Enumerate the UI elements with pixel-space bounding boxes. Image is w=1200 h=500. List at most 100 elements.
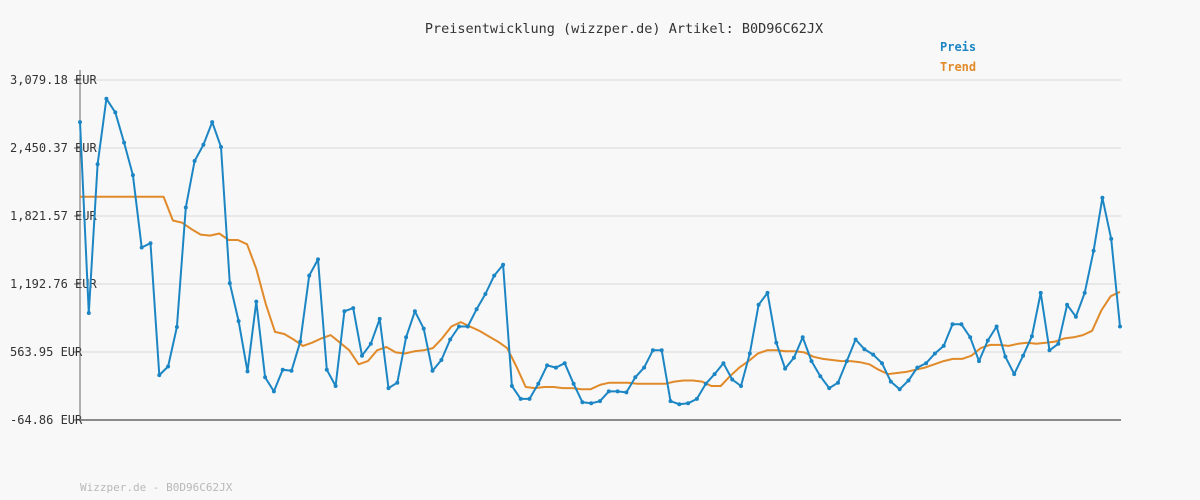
data-point-preis — [104, 96, 109, 101]
data-point-preis — [501, 262, 506, 267]
data-point-preis — [598, 399, 602, 404]
data-point-preis — [483, 292, 488, 296]
data-point-preis — [659, 348, 664, 353]
data-point-preis — [906, 378, 911, 383]
data-point-preis — [721, 361, 726, 366]
data-point-preis — [183, 205, 188, 210]
chart-background — [0, 0, 1200, 500]
data-point-preis — [307, 273, 312, 278]
data-point-preis — [1038, 290, 1043, 295]
data-point-preis — [977, 359, 981, 364]
footer-text: Wizzper.de - B0D96C62JX — [80, 481, 233, 494]
data-point-preis — [351, 306, 356, 311]
data-point-preis — [439, 358, 444, 362]
data-point-preis — [139, 245, 144, 250]
data-point-preis — [589, 401, 594, 406]
data-point-preis — [210, 120, 215, 125]
data-point-preis — [791, 355, 796, 360]
data-point-preis — [545, 363, 550, 368]
data-point-preis — [844, 359, 849, 364]
data-point-preis — [809, 359, 814, 364]
data-point-preis — [527, 396, 532, 401]
data-point-preis — [739, 384, 743, 388]
data-point-preis — [368, 341, 373, 346]
data-point-preis — [924, 361, 929, 366]
data-point-preis — [686, 401, 691, 406]
data-point-preis — [386, 386, 391, 391]
data-point-preis — [694, 396, 699, 401]
data-point-preis — [536, 381, 541, 386]
y-tick-label: 563.95 EUR — [10, 345, 83, 359]
data-point-preis — [994, 324, 999, 329]
data-point-preis — [818, 374, 823, 379]
data-point-preis — [580, 400, 585, 405]
data-point-preis — [800, 335, 805, 340]
data-point-preis — [95, 162, 100, 167]
price-chart: Preisentwicklung (wizzper.de) Artikel: B… — [0, 0, 1200, 500]
data-point-preis — [78, 120, 82, 125]
data-point-preis — [201, 142, 206, 147]
data-point-preis — [227, 281, 232, 286]
data-point-preis — [465, 324, 470, 329]
data-point-preis — [1047, 348, 1052, 353]
data-point-preis — [897, 387, 902, 392]
data-point-preis — [985, 338, 990, 343]
data-point-preis — [509, 384, 514, 388]
data-point-preis — [553, 365, 558, 370]
data-point-preis — [377, 316, 382, 321]
data-point-preis — [747, 351, 752, 356]
y-tick-label: -64.86 EUR — [10, 413, 83, 427]
data-point-preis — [457, 324, 461, 329]
data-point-preis — [650, 348, 655, 353]
data-point-preis — [474, 307, 479, 312]
data-point-preis — [827, 386, 832, 391]
data-point-preis — [245, 369, 250, 374]
data-point-preis — [448, 337, 453, 342]
data-point-preis — [633, 375, 638, 380]
data-point-preis — [959, 322, 964, 327]
data-point-preis — [783, 366, 788, 371]
data-point-preis — [703, 381, 708, 386]
data-point-preis — [192, 159, 197, 163]
data-point-preis — [888, 379, 893, 384]
data-point-preis — [677, 402, 682, 407]
data-point-preis — [1073, 314, 1078, 319]
data-point-preis — [130, 173, 135, 178]
data-point-preis — [862, 347, 867, 352]
data-point-preis — [571, 381, 576, 386]
data-point-preis — [113, 110, 118, 115]
data-point-preis — [950, 322, 955, 327]
data-point-preis — [86, 311, 91, 315]
legend-label-price: Preis — [940, 40, 976, 54]
data-point-preis — [122, 140, 127, 145]
data-point-preis — [254, 299, 259, 304]
data-point-preis — [1003, 354, 1008, 359]
data-point-preis — [421, 326, 426, 331]
data-point-preis — [712, 372, 717, 377]
data-point-preis — [289, 368, 294, 373]
data-point-preis — [1118, 324, 1122, 329]
chart-title: Preisentwicklung (wizzper.de) Artikel: B… — [425, 21, 823, 37]
data-point-preis — [871, 352, 876, 357]
data-point-preis — [1056, 341, 1061, 346]
data-point-preis — [642, 365, 647, 370]
data-point-preis — [880, 361, 884, 366]
data-point-preis — [915, 365, 920, 370]
data-point-preis — [316, 257, 320, 262]
data-point-preis — [1100, 195, 1105, 200]
legend-label-trend: Trend — [940, 60, 976, 74]
data-point-preis — [280, 367, 285, 372]
data-point-preis — [756, 302, 761, 307]
data-point-preis — [1021, 353, 1026, 358]
data-point-preis — [774, 340, 779, 345]
y-tick-label: 3,079.18 EUR — [10, 73, 97, 87]
data-point-preis — [615, 389, 620, 394]
y-tick-label: 2,450.37 EUR — [10, 141, 97, 155]
data-point-preis — [219, 145, 223, 149]
data-point-preis — [298, 339, 303, 344]
data-point-preis — [333, 384, 338, 388]
data-point-preis — [166, 364, 171, 369]
data-point-preis — [1091, 248, 1096, 253]
data-point-preis — [157, 373, 162, 378]
data-point-preis — [492, 273, 497, 278]
